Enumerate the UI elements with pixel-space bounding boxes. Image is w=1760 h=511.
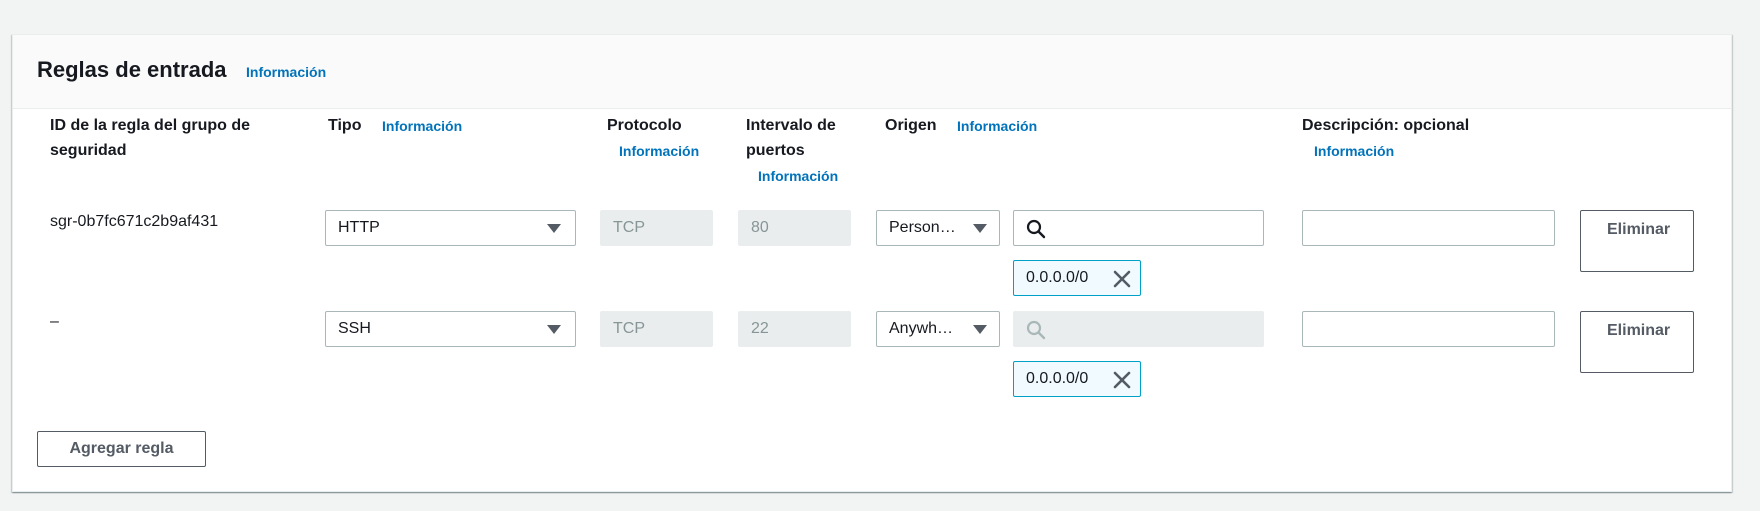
caret-down-icon bbox=[973, 325, 987, 334]
column-header-description: Descripción: opcional bbox=[1302, 117, 1470, 134]
source-select[interactable]: Anywh… bbox=[876, 311, 1000, 347]
type-select[interactable]: SSH bbox=[325, 311, 576, 347]
description-info-link[interactable]: Información bbox=[1314, 143, 1394, 159]
close-icon[interactable] bbox=[1112, 370, 1132, 390]
type-info-link[interactable]: Información bbox=[382, 118, 462, 134]
port-range-info-link[interactable]: Información bbox=[758, 168, 838, 184]
cidr-search-input bbox=[1013, 311, 1264, 347]
description-input[interactable] bbox=[1302, 210, 1555, 246]
column-header-source: Origen bbox=[885, 117, 937, 134]
search-icon bbox=[1026, 320, 1046, 340]
rule-id: sgr-0b7fc671c2b9af431 bbox=[50, 213, 219, 230]
port-range-field: 80 bbox=[738, 210, 851, 246]
type-select-value: HTTP bbox=[338, 219, 380, 236]
caret-down-icon bbox=[973, 224, 987, 233]
type-select-value: SSH bbox=[338, 320, 371, 337]
protocol-field: TCP bbox=[600, 311, 713, 347]
column-header-protocol: Protocolo bbox=[607, 117, 682, 134]
protocol-field: TCP bbox=[600, 210, 713, 246]
add-rule-button[interactable]: Agregar regla bbox=[37, 431, 206, 467]
cidr-token: 0.0.0.0/0 bbox=[1013, 361, 1141, 397]
delete-rule-button[interactable]: Eliminar bbox=[1580, 210, 1694, 272]
column-header-port-range: Intervalo de puertos bbox=[746, 117, 836, 159]
source-select[interactable]: Person… bbox=[876, 210, 1000, 246]
delete-rule-button[interactable]: Eliminar bbox=[1580, 311, 1694, 373]
source-select-value: Person… bbox=[889, 219, 956, 236]
type-select[interactable]: HTTP bbox=[325, 210, 576, 246]
protocol-info-link[interactable]: Información bbox=[619, 143, 699, 159]
cidr-token-label: 0.0.0.0/0 bbox=[1026, 269, 1089, 286]
cidr-token: 0.0.0.0/0 bbox=[1013, 260, 1141, 296]
port-range-field: 22 bbox=[738, 311, 851, 347]
inbound-rules-panel: Reglas de entrada Información ID de la r… bbox=[12, 34, 1732, 492]
source-info-link[interactable]: Información bbox=[957, 118, 1037, 134]
caret-down-icon bbox=[547, 325, 561, 334]
panel-header: Reglas de entrada Información bbox=[13, 35, 1731, 109]
search-icon bbox=[1026, 219, 1046, 239]
cidr-token-label: 0.0.0.0/0 bbox=[1026, 370, 1089, 387]
column-header-rule-id: ID de la regla del grupo de seguridad bbox=[50, 117, 251, 159]
description-input[interactable] bbox=[1302, 311, 1555, 347]
column-header-type: Tipo bbox=[328, 117, 362, 134]
panel-title: Reglas de entrada bbox=[37, 57, 227, 82]
rule-id: – bbox=[50, 313, 59, 330]
caret-down-icon bbox=[547, 224, 561, 233]
panel-info-link[interactable]: Información bbox=[246, 64, 326, 80]
source-select-value: Anywh… bbox=[889, 320, 954, 337]
close-icon[interactable] bbox=[1112, 269, 1132, 289]
cidr-search-input[interactable] bbox=[1013, 210, 1264, 246]
